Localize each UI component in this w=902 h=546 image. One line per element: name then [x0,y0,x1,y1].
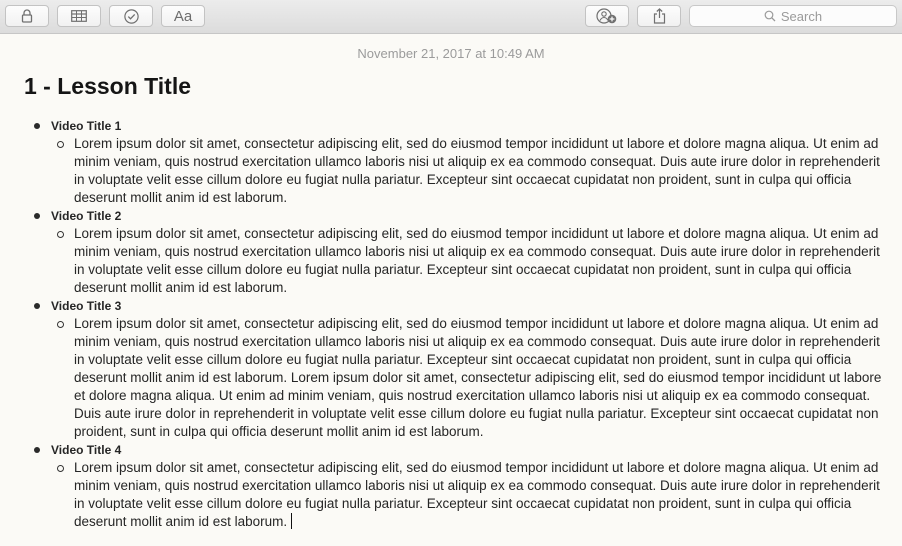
sub-bullet-icon [57,231,64,238]
table-button[interactable] [57,5,101,27]
table-icon [71,10,87,22]
bullet-icon [34,303,40,309]
text-cursor [291,513,293,529]
share-button[interactable] [637,5,681,27]
list-item: Video Title 2 Lorem ipsum dolor sit amet… [30,207,885,297]
add-people-button[interactable] [585,5,629,27]
list-item: Video Title 3 Lorem ipsum dolor sit amet… [30,297,885,441]
bullet-icon [34,447,40,453]
search-field[interactable]: Search [689,5,897,27]
share-icon [653,8,665,24]
sub-bullet-icon [57,465,64,472]
note-editor[interactable]: November 21, 2017 at 10:49 AM 1 - Lesson… [0,34,902,546]
search-icon [764,10,776,22]
list-item: Video Title 1 Lorem ipsum dolor sit amet… [30,117,885,207]
list-item: Video Title 4 Lorem ipsum dolor sit amet… [30,441,885,531]
toolbar: Aa Search [0,0,902,34]
add-people-icon [596,8,617,24]
note-date: November 21, 2017 at 10:49 AM [357,46,545,61]
video-description: Lorem ipsum dolor sit amet, consectetur … [30,459,885,531]
bullet-icon [34,123,40,129]
bullet-icon [34,213,40,219]
video-description: Lorem ipsum dolor sit amet, consectetur … [30,315,885,441]
lock-button[interactable] [5,5,49,27]
video-title: Video Title 2 [30,207,885,225]
video-description: Lorem ipsum dolor sit amet, consectetur … [30,135,885,207]
video-description: Lorem ipsum dolor sit amet, consectetur … [30,225,885,297]
note-title: 1 - Lesson Title [24,73,192,99]
sub-bullet-icon [57,141,64,148]
search-placeholder: Search [780,8,823,24]
text-format-icon: Aa [173,7,193,25]
video-title: Video Title 4 [30,441,885,459]
format-button[interactable]: Aa [161,5,205,27]
video-title: Video Title 3 [30,297,885,315]
video-list: Video Title 1 Lorem ipsum dolor sit amet… [30,117,885,531]
sub-bullet-icon [57,321,64,328]
checkmark-circle-icon [123,8,139,24]
lock-icon [21,9,33,23]
checklist-button[interactable] [109,5,153,27]
video-title: Video Title 1 [30,117,885,135]
